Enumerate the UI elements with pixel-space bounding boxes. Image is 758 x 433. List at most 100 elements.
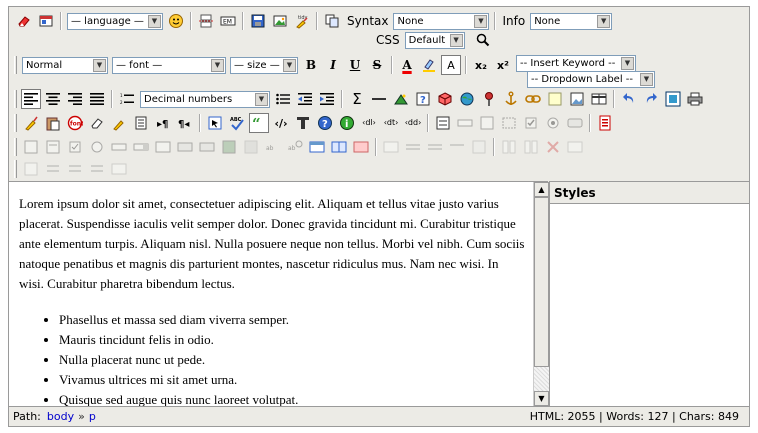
redo-icon[interactable] [641, 89, 661, 109]
merge-cells-icon[interactable] [521, 137, 541, 157]
delete-row-icon[interactable] [425, 137, 445, 157]
checkbox-icon[interactable] [521, 113, 541, 133]
content-list[interactable]: Phasellus et massa sed diam viverra semp… [19, 310, 525, 406]
ltr-icon[interactable]: ▸¶ [153, 113, 173, 133]
align-justify-icon[interactable] [87, 89, 107, 109]
superscript-button[interactable]: x² [493, 55, 513, 75]
info-select[interactable]: None ▼ [530, 12, 613, 30]
cleanup-icon[interactable] [21, 113, 41, 133]
layer-absolute-icon[interactable] [87, 159, 107, 179]
select-all-icon[interactable] [205, 113, 225, 133]
checkbox-field-icon[interactable] [65, 137, 85, 157]
content-paragraph[interactable]: Lorem ipsum dolor sit amet, consectetuer… [19, 194, 525, 294]
scroll-down-icon[interactable]: ▼ [534, 391, 549, 406]
bold-button[interactable]: B [301, 55, 321, 75]
list-item[interactable]: Phasellus et massa sed diam viverra semp… [59, 310, 525, 330]
outdent-icon[interactable] [295, 89, 315, 109]
form-field-icon[interactable] [21, 137, 41, 157]
info-icon[interactable]: i [337, 113, 357, 133]
spellcheck-icon[interactable]: ABC [227, 113, 247, 133]
image-field-icon[interactable] [219, 137, 239, 157]
path-item-p[interactable]: p [89, 410, 96, 423]
template-icon[interactable] [293, 113, 313, 133]
fullscreen-icon[interactable] [663, 89, 683, 109]
reset-field-icon[interactable] [197, 137, 217, 157]
strikethrough-button[interactable]: S [367, 55, 387, 75]
note-icon[interactable] [545, 89, 565, 109]
preview-window-icon[interactable] [36, 11, 56, 31]
label-field-icon[interactable] [109, 137, 129, 157]
undo-icon[interactable] [619, 89, 639, 109]
list-item[interactable]: Vivamus ultrices mi sit amet urna. [59, 370, 525, 390]
tidy-icon[interactable]: tidy [292, 11, 312, 31]
table-props-icon[interactable] [307, 137, 327, 157]
pdf-icon[interactable] [595, 113, 615, 133]
indent-icon[interactable] [317, 89, 337, 109]
select-field-icon[interactable] [131, 137, 151, 157]
image-manager-icon[interactable] [270, 11, 290, 31]
link-icon[interactable] [523, 89, 543, 109]
ordered-list-icon[interactable]: 12 [117, 89, 137, 109]
help-icon[interactable]: ? [413, 89, 433, 109]
css-select[interactable]: Default ▼ [404, 31, 465, 49]
insert-image-icon[interactable] [567, 89, 587, 109]
italic-button[interactable]: I [323, 55, 343, 75]
pin-icon[interactable] [479, 89, 499, 109]
font-icon[interactable]: font [65, 113, 85, 133]
list-item[interactable]: Quisque sed augue quis nunc laoreet volu… [59, 390, 525, 406]
file-field-icon[interactable] [241, 137, 261, 157]
text-background-button[interactable]: A [441, 55, 461, 75]
media-icon[interactable]: EM [218, 11, 238, 31]
print-icon[interactable] [685, 89, 705, 109]
list-item[interactable]: Nulla placerat nunc ut pede. [59, 350, 525, 370]
language-select[interactable]: — language — ▼ [67, 12, 163, 30]
highlight-icon[interactable] [419, 55, 439, 75]
align-left-icon[interactable] [21, 89, 41, 109]
hidden-field-icon[interactable] [499, 113, 519, 133]
layer-style-icon[interactable] [109, 159, 129, 179]
button-field-icon[interactable] [175, 137, 195, 157]
remove-format-icon[interactable] [87, 113, 107, 133]
underline-button[interactable]: U [345, 55, 365, 75]
search-icon[interactable] [473, 30, 493, 50]
button-element-icon[interactable] [565, 113, 585, 133]
page-break-icon[interactable] [196, 11, 216, 31]
dl-button[interactable]: ‹dl› [359, 113, 379, 133]
text-field-icon[interactable] [455, 113, 475, 133]
about-icon[interactable]: ? [315, 113, 335, 133]
textarea-icon[interactable] [477, 113, 497, 133]
split-cells-icon[interactable] [499, 137, 519, 157]
col-before-icon[interactable] [447, 137, 467, 157]
layer-backward-icon[interactable] [65, 159, 85, 179]
abbr-icon[interactable]: ab [263, 137, 283, 157]
editor-content[interactable]: Lorem ipsum dolor sit amet, consectetuer… [9, 181, 548, 406]
save-icon[interactable] [248, 11, 268, 31]
layer-icon[interactable] [21, 159, 41, 179]
textarea-field-icon[interactable] [43, 137, 63, 157]
font-select[interactable]: — font — ▼ [112, 56, 226, 74]
size-select[interactable]: — size — ▼ [230, 56, 298, 74]
dropdown-label-select[interactable]: -- Dropdown Label -- ▼ [527, 70, 655, 88]
form-icon[interactable] [433, 113, 453, 133]
acronym-icon[interactable]: ab [285, 137, 305, 157]
cube-icon[interactable] [435, 89, 455, 109]
sigma-button[interactable]: Σ [347, 89, 367, 109]
globe-icon[interactable] [457, 89, 477, 109]
smiley-icon[interactable] [166, 11, 186, 31]
list-style-select[interactable]: Decimal numbers ▼ [140, 90, 270, 108]
subscript-button[interactable]: x₂ [471, 55, 491, 75]
source-code-icon[interactable]: ‹/› [271, 113, 291, 133]
syntax-select[interactable]: None ▼ [393, 12, 490, 30]
list-item[interactable]: Mauris tincidunt felis in odio. [59, 330, 525, 350]
layer-forward-icon[interactable] [43, 159, 63, 179]
unordered-list-icon[interactable] [273, 89, 293, 109]
content-scrollbar[interactable]: ▲ ▼ [533, 182, 549, 406]
horizontal-rule-icon[interactable] [369, 89, 389, 109]
insert-table-icon[interactable] [589, 89, 609, 109]
content-body[interactable]: Lorem ipsum dolor sit amet, consectetuer… [9, 182, 535, 406]
scroll-thumb[interactable] [534, 197, 549, 367]
align-right-icon[interactable] [65, 89, 85, 109]
clean-word-icon[interactable] [109, 113, 129, 133]
quote-icon[interactable]: “ [249, 113, 269, 133]
eraser-icon[interactable] [14, 11, 34, 31]
